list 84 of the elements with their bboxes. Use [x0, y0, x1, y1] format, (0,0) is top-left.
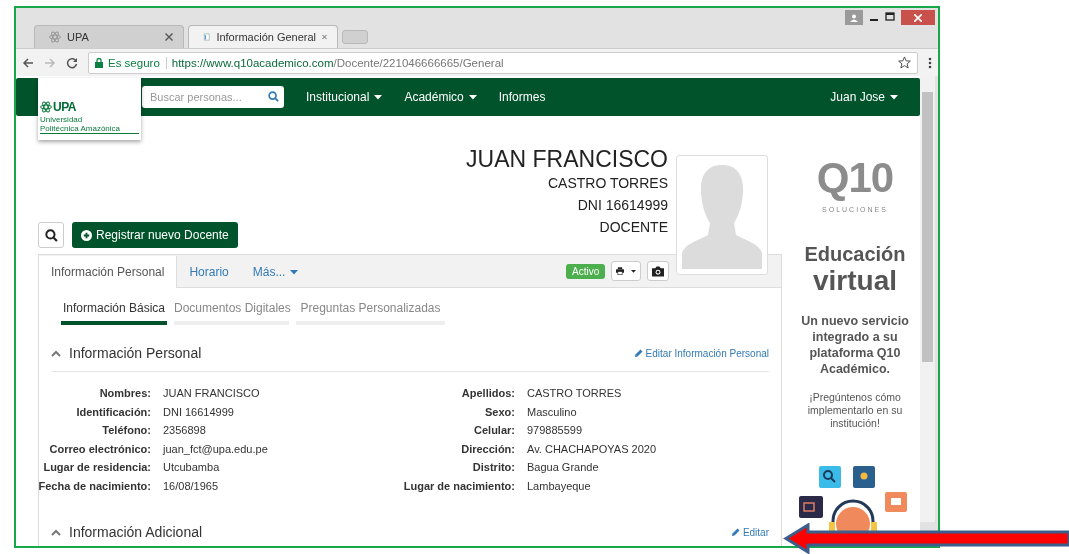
- edit-link[interactable]: Editar: [731, 526, 769, 538]
- close-icon[interactable]: [322, 33, 327, 41]
- status-badge: Activo: [566, 263, 606, 279]
- field-label: Dirección:: [461, 441, 516, 457]
- url-text: https://www.q10academico.com/Docente/221046666665/General: [171, 56, 504, 69]
- security-label: Es seguro: [108, 56, 167, 69]
- field-label: Lugar de residencia:: [43, 460, 152, 475]
- field-label: Lugar de nacimiento:: [403, 478, 516, 494]
- logo-text: UPA: [53, 100, 76, 114]
- scrollbar[interactable]: [920, 76, 935, 522]
- nav-menu-item[interactable]: Informes: [498, 90, 546, 104]
- field-value: DNI 16614999: [163, 404, 235, 420]
- field-value: Bagua Grande: [527, 460, 600, 475]
- pencil-icon: [731, 528, 740, 536]
- browser-tab[interactable]: UPA: [34, 25, 184, 48]
- teacher-role: DOCENTE: [599, 218, 668, 237]
- camera-icon: [652, 265, 665, 277]
- teacher-surname: CASTRO TORRES: [547, 174, 668, 193]
- field-label: Celular:: [474, 423, 516, 438]
- printer-icon: [616, 265, 625, 277]
- subtab[interactable]: Información Básica: [61, 301, 167, 325]
- address-bar[interactable]: Es seguro https://www.q10academico.com/Docente/221046666665/General: [88, 51, 918, 74]
- promo-heading: Educación: [804, 243, 906, 265]
- reload-icon[interactable]: [66, 56, 78, 69]
- field-value: 2356898: [163, 423, 207, 438]
- teacher-name: JUAN FRANCISCO: [466, 146, 668, 172]
- close-icon: [914, 13, 922, 22]
- section-title: Información Personal: [69, 345, 202, 361]
- promo-heading: virtual: [813, 265, 897, 297]
- field-label: Distrito:: [472, 460, 516, 475]
- field-value: Masculino: [527, 404, 578, 420]
- field-label: Correo electrónico:: [49, 441, 152, 457]
- promo-text: Un nuevo servicio integrado a su plataforma Q10 Académico.: [800, 313, 910, 377]
- camera-button[interactable]: [647, 261, 670, 281]
- lock-icon: [95, 57, 103, 68]
- profile-tab[interactable]: Información Personal: [39, 256, 178, 288]
- field-value: Lambayeque: [527, 478, 592, 494]
- caret-icon: [631, 268, 637, 274]
- user-menu[interactable]: Juan Jose: [830, 90, 898, 104]
- profile-button[interactable]: [845, 10, 863, 25]
- field-label: Nombres:: [99, 386, 152, 401]
- field-value: CASTRO TORRES: [527, 386, 623, 401]
- nav-menu-item[interactable]: Institucional: [306, 90, 383, 104]
- section-title: Información Adicional: [69, 524, 203, 540]
- profile-tab[interactable]: Más...: [240, 256, 311, 288]
- chevron-up-icon[interactable]: [51, 349, 61, 357]
- field-value: Utcubamba: [163, 460, 221, 475]
- close-window-button[interactable]: [901, 10, 935, 25]
- atom-icon: [49, 31, 61, 43]
- subtab[interactable]: Preguntas Personalizadas: [296, 301, 445, 325]
- logo-subtitle: Universidad Politécnica Amazónica: [40, 115, 139, 134]
- search-icon: [44, 228, 58, 242]
- field-label: Fecha de nacimiento:: [38, 478, 152, 494]
- teacher-document: DNI 16614999: [577, 196, 668, 215]
- subtab[interactable]: Documentos Digitales: [174, 301, 289, 325]
- back-arrow-icon[interactable]: [22, 56, 34, 69]
- print-button[interactable]: [611, 261, 642, 281]
- edit-link[interactable]: Editar Información Personal: [634, 347, 769, 359]
- plus-circle-icon: [81, 229, 92, 241]
- field-value: Av. CHACHAPOYAS 2020: [527, 441, 657, 457]
- star-icon[interactable]: [898, 56, 911, 69]
- search-field[interactable]: Buscar personas...: [142, 86, 284, 108]
- nav-menu-item[interactable]: Académico: [404, 90, 477, 104]
- field-label: Teléfono:: [102, 423, 152, 438]
- q10-logo: Q10: [816, 156, 894, 200]
- register-teacher-button[interactable]: Registrar nuevo Docente: [72, 222, 238, 248]
- atom-icon: [40, 101, 52, 113]
- field-label: Sexo:: [485, 404, 516, 420]
- promo-cta-text: ¡Pregúntenos cómo implementarlo en su institución!: [806, 391, 904, 430]
- field-label: Apellidos:: [461, 386, 516, 401]
- document-icon: [203, 31, 211, 43]
- more-options-icon[interactable]: [928, 56, 932, 69]
- field-label: Identificación:: [76, 404, 152, 420]
- browser-tab[interactable]: Información General: [188, 25, 338, 48]
- field-value: JUAN FRANCISCO: [163, 386, 261, 401]
- close-icon[interactable]: [165, 33, 173, 41]
- pencil-icon: [634, 349, 643, 357]
- field-value: juan_fct@upa.edu.pe: [163, 441, 269, 457]
- field-value: 979885599: [527, 423, 584, 438]
- search-button[interactable]: [38, 222, 64, 248]
- chevron-up-icon[interactable]: [51, 528, 61, 536]
- profile-tab[interactable]: Horario: [177, 256, 241, 288]
- search-icon: [268, 91, 279, 102]
- person-icon: [850, 13, 858, 22]
